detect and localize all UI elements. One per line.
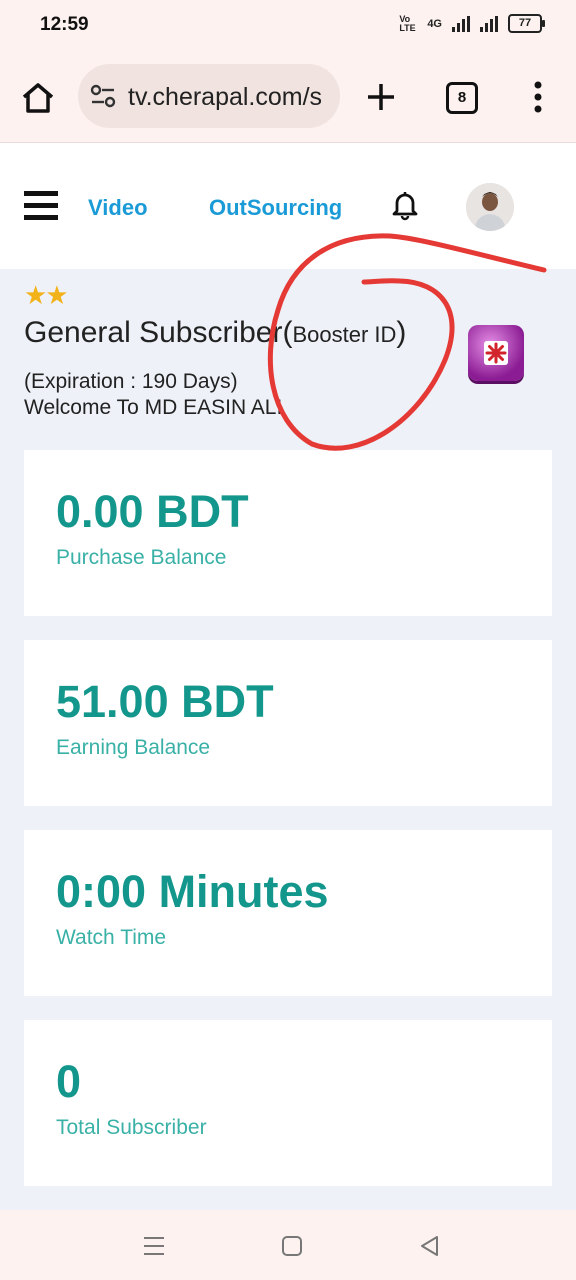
back-icon[interactable] (416, 1232, 444, 1260)
card-label: Total Subscriber (56, 1116, 207, 1139)
card-label: Watch Time (56, 926, 167, 949)
card-value: 51.00 BDT (56, 676, 274, 727)
tune-icon[interactable] (90, 84, 116, 108)
card-value: 0.00 BDT (56, 486, 249, 537)
bell-icon[interactable] (390, 189, 420, 221)
subscriber-title-close: ) (396, 316, 407, 349)
home-nav-icon[interactable] (278, 1232, 306, 1260)
browser-toolbar: tv.cherapal.com/s 8 (0, 52, 576, 143)
site-navbar: Video OutSourcing (0, 143, 576, 269)
expiration-text: (Expiration : 190 Days) (24, 370, 238, 393)
rating-stars: ★★ (24, 280, 69, 310)
watch-time-card: 0:00 Minutes Watch Time (24, 830, 552, 996)
url-text[interactable]: tv.cherapal.com/s (128, 83, 338, 112)
booster-id-label: Booster ID (292, 322, 397, 347)
tabs-icon[interactable]: 8 (446, 82, 478, 114)
battery-icon: 77 (508, 14, 545, 33)
recents-icon[interactable] (140, 1232, 168, 1260)
more-vert-icon[interactable] (528, 80, 548, 114)
welcome-text: Welcome To MD EASIN ALI (24, 396, 283, 419)
status-time: 12:59 (40, 14, 89, 35)
system-navigation-bar (0, 1210, 576, 1280)
home-icon[interactable] (20, 80, 56, 116)
earning-balance-card: 51.00 BDT Earning Balance (24, 640, 552, 806)
card-label: Purchase Balance (56, 546, 227, 569)
hamburger-icon[interactable] (24, 191, 58, 221)
card-value: 0:00 Minutes (56, 866, 329, 917)
subscriber-title: General Subscriber(Booster ID) (24, 316, 406, 350)
status-bar: 12:59 Vo LTE 4G 77 (0, 0, 576, 52)
signal-icon-2 (480, 15, 498, 32)
avatar[interactable] (466, 183, 514, 231)
booster-badge-icon (468, 325, 524, 381)
card-value: 0 (56, 1056, 82, 1107)
profile-section: ★★ General Subscriber(Booster ID) (Expir… (24, 280, 554, 440)
address-bar[interactable]: tv.cherapal.com/s (78, 64, 340, 128)
network-type: 4G (427, 17, 442, 30)
purchase-balance-card: 0.00 BDT Purchase Balance (24, 450, 552, 616)
nav-link-video[interactable]: Video (88, 195, 148, 221)
card-label: Earning Balance (56, 736, 211, 759)
nav-link-outsourcing[interactable]: OutSourcing (209, 195, 342, 221)
subscriber-type: General Subscriber( (24, 316, 293, 349)
total-subscriber-card: 0 Total Subscriber (24, 1020, 552, 1186)
volte-indicator: Vo LTE (399, 13, 416, 33)
plus-icon[interactable] (364, 80, 398, 114)
status-icons: Vo LTE 4G 77 (399, 13, 545, 33)
signal-icon (452, 15, 470, 32)
